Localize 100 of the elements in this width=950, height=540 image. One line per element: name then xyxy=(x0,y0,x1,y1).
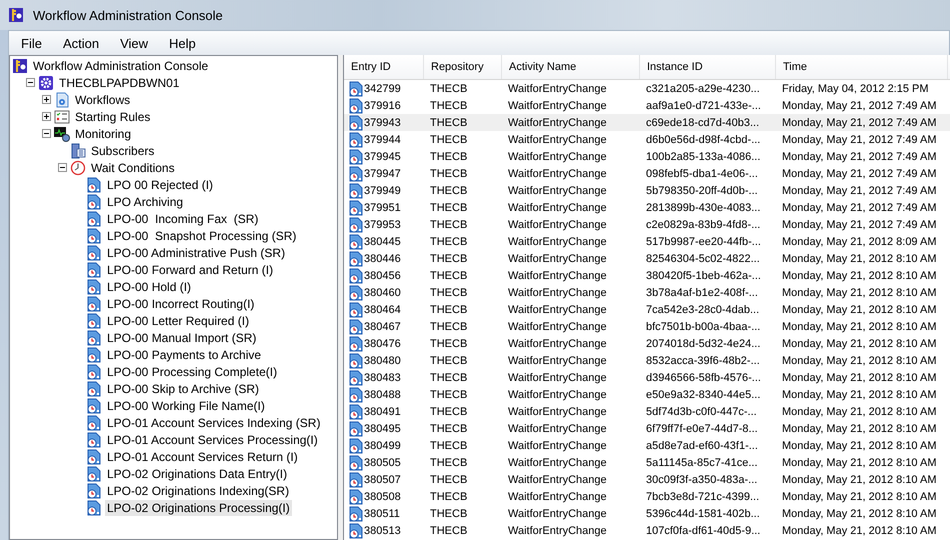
table-row[interactable]: 379949 THECB WaitforEntryChange 5b798350-20ff-4d0b-... Monday, May 21, 2012 7:49 AM xyxy=(344,182,950,199)
tree-item[interactable]: LPO-00 Incorrect Routing(I) xyxy=(105,296,256,312)
tree-item[interactable]: LPO-01 Account Services Return (I) xyxy=(105,448,300,464)
table-cell-text: Monday, May 21, 2012 8:10 AM xyxy=(781,474,938,486)
tree-item[interactable]: LPO-00 Forward and Return (I) xyxy=(105,262,276,278)
clock-document-icon xyxy=(86,346,102,362)
clock-document-icon xyxy=(86,194,102,210)
tree-item[interactable]: LPO-00 Letter Required (I) xyxy=(105,312,252,328)
table-cell-text: Monday, May 21, 2012 8:10 AM xyxy=(781,372,938,384)
collapse-icon[interactable] xyxy=(58,163,66,172)
table-cell-text: THECB xyxy=(429,202,468,214)
table-row[interactable]: 379943 THECB WaitforEntryChange c69ede18-cd7d-40b3... Monday, May 21, 2012 7:49 AM xyxy=(344,114,950,131)
table-row[interactable]: 380476 THECB WaitforEntryChange 2074018d-5d32-4e24... Monday, May 21, 2012 8:10 AM xyxy=(344,335,950,352)
menu-item[interactable]: File xyxy=(9,32,51,54)
tree-item[interactable]: LPO-00 Incoming Fax (SR) xyxy=(105,210,260,226)
clock-document-icon xyxy=(86,380,102,396)
table-cell-text: 5b798350-20ff-4d0b-... xyxy=(645,184,759,196)
tree-item[interactable]: Workflows xyxy=(73,92,132,108)
menu-item[interactable]: View xyxy=(108,32,158,54)
tree-item[interactable]: LPO-00 Processing Complete(I) xyxy=(105,364,280,380)
table-row[interactable]: 380456 THECB WaitforEntryChange 380420f5-1beb-462a-... Monday, May 21, 2012 8:10 AM xyxy=(344,267,950,284)
tree-item[interactable]: Subscribers xyxy=(89,142,156,158)
tree-item[interactable]: LPO-02 Originations Indexing(SR) xyxy=(105,482,292,498)
tree-item[interactable]: Workflow Administration Console xyxy=(31,58,210,74)
table-row[interactable]: 380499 THECB WaitforEntryChange a5d8e7ad-ef60-43f1-... Monday, May 21, 2012 8:10 AM xyxy=(344,437,950,454)
table-row[interactable]: 380488 THECB WaitforEntryChange e50e9a32-8340-44e5... Monday, May 21, 2012 8:10 AM xyxy=(344,386,950,403)
collapse-icon[interactable] xyxy=(42,129,50,138)
table-row[interactable]: 380480 THECB WaitforEntryChange 8532acca-39f6-48b2-... Monday, May 21, 2012 8:10 AM xyxy=(344,352,950,369)
table-cell-text: 380420f5-1beb-462a-... xyxy=(645,270,762,282)
table-cell-text: Monday, May 21, 2012 7:49 AM xyxy=(781,116,938,128)
table-cell-text: WaitforEntryChange xyxy=(507,202,608,214)
tree-item[interactable]: LPO-01 Account Services Indexing (SR) xyxy=(105,414,322,430)
table-row[interactable]: 380464 THECB WaitforEntryChange 7ca542e3-28c0-4dab... Monday, May 21, 2012 8:10 AM xyxy=(344,301,950,318)
table-cell: 380495 xyxy=(364,422,401,434)
table-cell-text: WaitforEntryChange xyxy=(507,270,608,282)
table-row[interactable]: 380508 THECB WaitforEntryChange 7bcb3e8d-721c-4399... Monday, May 21, 2012 8:10 AM xyxy=(344,488,950,505)
table-row[interactable]: 380513 THECB WaitforEntryChange 107cf0fa-df61-40d5-9... Monday, May 21, 2012 8:10 AM xyxy=(344,522,950,539)
clock-document-icon xyxy=(86,398,102,414)
table-cell: 380483 xyxy=(364,372,401,384)
column-header[interactable]: Time xyxy=(776,55,948,79)
table-row[interactable]: 380495 THECB WaitforEntryChange 6f79ff7f-e0e7-44d7-8... Monday, May 21, 2012 8:10 AM xyxy=(344,420,950,437)
tree-item[interactable]: LPO-02 Originations Processing(I) xyxy=(105,500,292,516)
table-row[interactable]: 380505 THECB WaitforEntryChange 5a11145a-85c7-41ce... Monday, May 21, 2012 8:10 AM xyxy=(344,454,950,471)
table-cell-text: Monday, May 21, 2012 8:09 AM xyxy=(781,236,938,248)
tree-item[interactable]: Starting Rules xyxy=(73,108,152,124)
table-cell-text: THECB xyxy=(429,236,468,248)
table-cell-text: WaitforEntryChange xyxy=(507,508,608,520)
tree-item[interactable]: THECBLPAPDBWN01 xyxy=(57,74,182,90)
tree-item[interactable]: LPO Archiving xyxy=(105,194,186,210)
tree-item[interactable]: LPO-00 Manual Import (SR) xyxy=(105,330,258,346)
table-row[interactable]: 380511 THECB WaitforEntryChange 5396c44d-1581-402b... Monday, May 21, 2012 8:10 AM xyxy=(344,505,950,522)
collapse-icon[interactable] xyxy=(26,78,34,87)
tree-item[interactable]: LPO-00 Administrative Push (SR) xyxy=(105,244,288,260)
table-cell-text: WaitforEntryChange xyxy=(507,320,608,332)
table-row[interactable]: 380467 THECB WaitforEntryChange bfc7501b-b00a-4baa-... Monday, May 21, 2012 8:10 AM xyxy=(344,318,950,335)
menu-item[interactable]: Help xyxy=(157,32,205,54)
expand-icon[interactable] xyxy=(42,95,50,104)
column-header[interactable]: Entry ID xyxy=(344,55,424,79)
column-header[interactable]: Activity Name xyxy=(502,55,640,79)
table-row[interactable]: 342799 THECB WaitforEntryChange c321a205-a29e-4230... Friday, May 04, 2012 2:15 PM xyxy=(344,80,950,97)
tree-item[interactable]: Wait Conditions xyxy=(89,160,177,176)
table-cell-text: Monday, May 21, 2012 8:10 AM xyxy=(781,490,938,502)
expand-icon[interactable] xyxy=(42,112,50,121)
table-cell: 379949 xyxy=(364,184,401,196)
table-row[interactable]: 379951 THECB WaitforEntryChange 2813899b-430e-4083... Monday, May 21, 2012 7:49 AM xyxy=(344,199,950,216)
table-row[interactable]: 380507 THECB WaitforEntryChange 30c09f3f-a350-483a-... Monday, May 21, 2012 8:10 AM xyxy=(344,471,950,488)
menu-item[interactable]: Action xyxy=(50,32,108,54)
column-header[interactable]: Repository xyxy=(424,55,502,79)
table-row[interactable]: 379916 THECB WaitforEntryChange aaf9a1e0-d721-433e-... Monday, May 21, 2012 7:49 AM xyxy=(344,97,950,114)
table-row[interactable]: 380446 THECB WaitforEntryChange 82546304-5c02-4822... Monday, May 21, 2012 8:10 AM xyxy=(344,250,950,267)
server-icon xyxy=(70,142,86,158)
table-cell-text: 2813899b-430e-4083... xyxy=(645,202,762,214)
clock-document-icon xyxy=(348,148,364,164)
table-cell-text: THECB xyxy=(429,406,468,418)
table-cell-text: Monday, May 21, 2012 8:10 AM xyxy=(781,440,938,452)
table-cell-text: THECB xyxy=(429,490,468,502)
tree-item[interactable]: LPO-00 Hold (I) xyxy=(105,278,194,294)
tree-item[interactable]: LPO-00 Payments to Archive xyxy=(105,346,264,362)
tree-item[interactable]: LPO-00 Skip to Archive (SR) xyxy=(105,380,262,396)
table-row[interactable]: 380445 THECB WaitforEntryChange 517b9987-ee20-44fb-... Monday, May 21, 2012 8:09 AM xyxy=(344,233,950,250)
tree-item[interactable]: LPO-00 Snapshot Processing (SR) xyxy=(105,228,298,244)
column-header[interactable]: Instance ID xyxy=(640,55,776,79)
table-row[interactable]: 379947 THECB WaitforEntryChange 098febf5-dba1-4e06-... Monday, May 21, 2012 7:49 AM xyxy=(344,165,950,182)
tree-item[interactable]: LPO-02 Originations Data Entry(I) xyxy=(105,466,290,482)
tree-item[interactable]: LPO-00 Working File Name(I) xyxy=(105,398,267,414)
key-icon xyxy=(12,58,28,74)
table-row[interactable]: 379945 THECB WaitforEntryChange 100b2a85-133a-4086... Monday, May 21, 2012 7:49 AM xyxy=(344,148,950,165)
table-row[interactable]: 380483 THECB WaitforEntryChange d3946566-58fb-4576-... Monday, May 21, 2012 8:10 AM xyxy=(344,369,950,386)
table-row[interactable]: 379944 THECB WaitforEntryChange d6b0e56d-d98f-4cbd-... Monday, May 21, 2012 7:49 AM xyxy=(344,131,950,148)
table-row[interactable]: 380491 THECB WaitforEntryChange 5df74d3b-c0f0-447c-... Monday, May 21, 2012 8:10 AM xyxy=(344,403,950,420)
table-row[interactable]: 379953 THECB WaitforEntryChange c2e0829a-83b9-4fd8-... Monday, May 21, 2012 7:49 AM xyxy=(344,216,950,233)
table-cell-text: aaf9a1e0-d721-433e-... xyxy=(645,100,762,112)
clock-document-icon xyxy=(348,302,364,318)
table-row[interactable]: 380460 THECB WaitforEntryChange 3b78a4af-b1e2-408f-... Monday, May 21, 2012 8:10 AM xyxy=(344,284,950,301)
tree-item[interactable]: Monitoring xyxy=(73,126,134,142)
tree-item[interactable]: LPO 00 Rejected (I) xyxy=(105,176,216,192)
table-cell-text: WaitforEntryChange xyxy=(507,168,608,180)
tree-item[interactable]: LPO-01 Account Services Processing(I) xyxy=(105,432,320,448)
table-cell-text: 100b2a85-133a-4086... xyxy=(645,150,762,162)
clock-document-icon xyxy=(348,234,364,250)
